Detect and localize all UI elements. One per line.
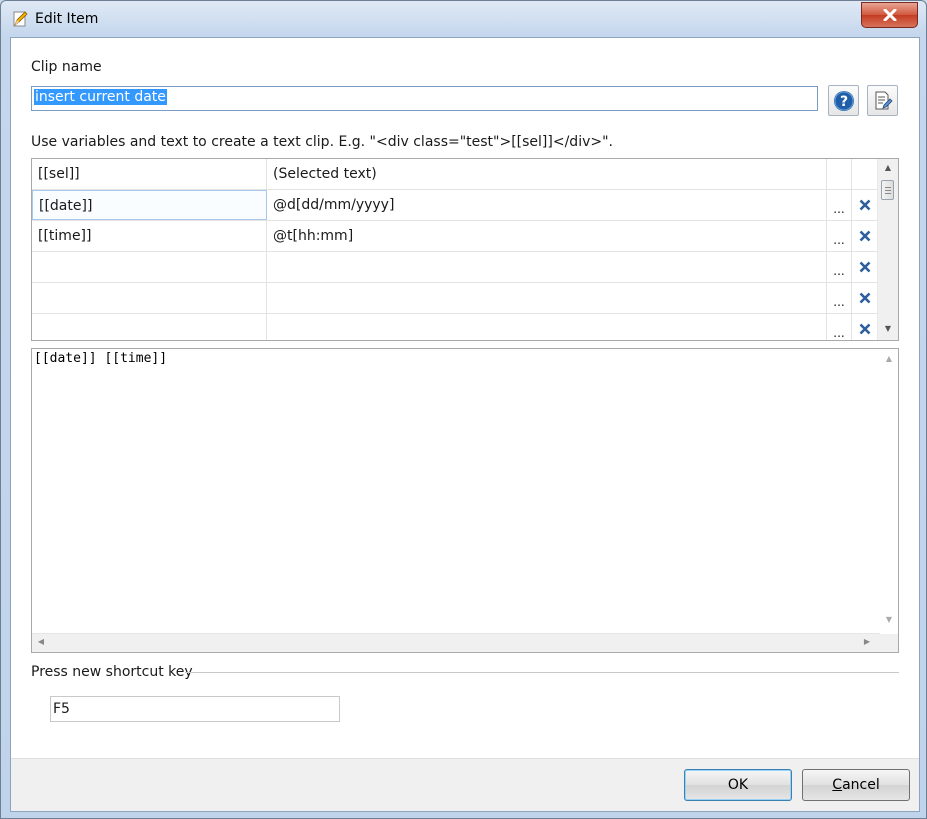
remove-cell — [852, 159, 878, 189]
more-button[interactable]: ... — [827, 283, 852, 313]
edit-document-icon — [875, 91, 893, 109]
table-row[interactable]: ... — [32, 283, 878, 314]
remove-button[interactable] — [852, 252, 878, 282]
table-row[interactable]: [[time]] @t[hh:mm] ... — [32, 221, 878, 252]
scroll-right-arrow-icon[interactable]: ▶ — [860, 637, 874, 646]
scroll-up-arrow-icon[interactable]: ▲ — [880, 354, 898, 363]
dialog-client: Clip name insert current date ? Use vari… — [10, 37, 920, 812]
ok-button[interactable]: OK — [684, 769, 792, 801]
remove-icon — [859, 292, 871, 304]
pencil-icon — [11, 10, 29, 28]
svg-text:?: ? — [839, 94, 847, 110]
more-button[interactable]: ... — [827, 252, 852, 282]
more-label: ... — [833, 326, 845, 340]
hint-text: Use variables and text to create a text … — [31, 134, 613, 150]
window-title: Edit Item — [35, 11, 99, 27]
more-button[interactable]: ... — [827, 190, 852, 220]
variable-name-cell[interactable] — [32, 314, 267, 340]
scrollbar-corner — [880, 634, 898, 652]
more-label: ... — [833, 295, 845, 309]
scroll-up-arrow-icon[interactable]: ▲ — [878, 163, 898, 172]
remove-icon — [859, 323, 871, 335]
editor-content: [[date]] [[time]] — [34, 351, 168, 366]
title-bar[interactable]: Edit Item — [1, 1, 926, 37]
clip-name-input[interactable]: insert current date — [31, 86, 818, 111]
shortcut-separator — [185, 672, 899, 673]
more-button[interactable]: ... — [827, 221, 852, 251]
remove-icon — [859, 230, 871, 242]
edit-item-window: Edit Item Clip name insert current date … — [0, 0, 927, 819]
variable-name-cell[interactable]: [[sel]] — [32, 159, 267, 189]
dialog-footer: OK Cancel — [11, 758, 919, 811]
variable-value-cell[interactable] — [267, 314, 827, 340]
scroll-left-arrow-icon[interactable]: ◀ — [34, 637, 48, 646]
close-icon — [883, 9, 896, 21]
edit-document-button[interactable] — [867, 85, 898, 116]
variable-name-cell[interactable]: [[date]] — [32, 190, 267, 220]
clip-name-value: insert current date — [34, 89, 167, 105]
variables-grid: [[sel]] (Selected text) [[date]] @d[dd/m… — [31, 158, 899, 341]
remove-button[interactable] — [852, 314, 878, 340]
more-button[interactable]: ... — [827, 314, 852, 340]
variable-value-cell[interactable] — [267, 252, 827, 282]
remove-button[interactable] — [852, 221, 878, 251]
remove-icon — [859, 199, 871, 211]
variable-value-cell[interactable] — [267, 283, 827, 313]
close-button[interactable] — [861, 2, 918, 28]
help-button[interactable]: ? — [828, 85, 859, 116]
shortcut-label: Press new shortcut key — [31, 664, 193, 680]
variable-name-cell[interactable]: [[time]] — [32, 221, 267, 251]
clip-name-label: Clip name — [31, 59, 102, 75]
clip-text-editor[interactable]: [[date]] [[time]] ▲ ▼ ◀ ▶ — [31, 348, 899, 653]
shortcut-input[interactable]: F5 — [50, 696, 340, 722]
cancel-mnemonic: C — [832, 777, 843, 793]
variable-name-cell[interactable] — [32, 283, 267, 313]
table-row[interactable]: [[date]] @d[dd/mm/yyyy] ... — [32, 190, 878, 221]
remove-button[interactable] — [852, 190, 878, 220]
variable-value-cell[interactable]: @t[hh:mm] — [267, 221, 827, 251]
scroll-down-arrow-icon[interactable]: ▼ — [878, 324, 898, 333]
cancel-button[interactable]: Cancel — [802, 769, 910, 801]
editor-horizontal-scrollbar[interactable]: ◀ ▶ — [32, 633, 880, 652]
table-row[interactable]: [[sel]] (Selected text) — [32, 159, 878, 190]
variable-value-cell[interactable]: (Selected text) — [267, 159, 827, 189]
editor-vertical-scrollbar[interactable]: ▲ ▼ — [880, 349, 898, 634]
variable-name-cell[interactable] — [32, 252, 267, 282]
cancel-label: ancel — [842, 777, 880, 793]
scroll-down-arrow-icon[interactable]: ▼ — [880, 615, 898, 624]
more-label: ... — [833, 233, 845, 247]
variable-value-cell[interactable]: @d[dd/mm/yyyy] — [267, 190, 827, 220]
more-cell — [827, 159, 852, 189]
table-row[interactable]: ... — [32, 252, 878, 283]
help-icon: ? — [833, 90, 854, 111]
more-label: ... — [833, 202, 845, 216]
remove-button[interactable] — [852, 283, 878, 313]
more-label: ... — [833, 264, 845, 278]
remove-icon — [859, 261, 871, 273]
table-row[interactable]: ... — [32, 314, 878, 340]
scroll-thumb[interactable] — [881, 180, 894, 200]
grid-vertical-scrollbar[interactable]: ▲ ▼ — [877, 159, 898, 340]
